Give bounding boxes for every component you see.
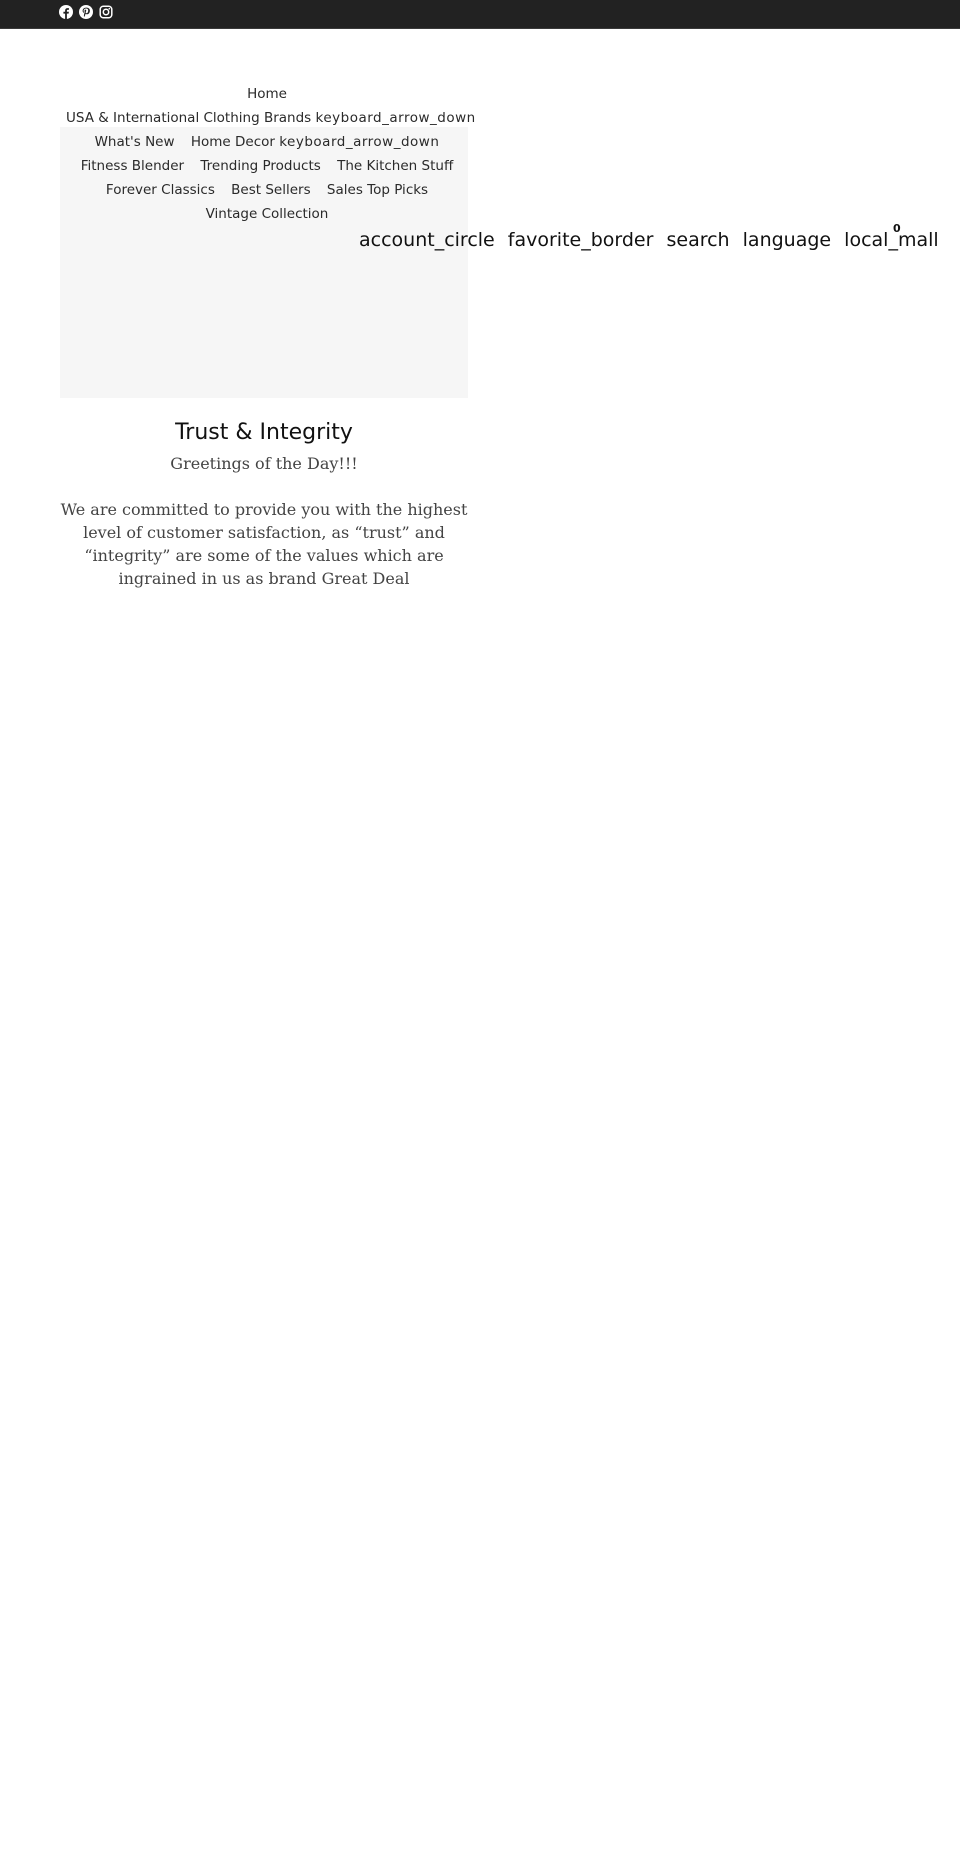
- nav-row: Forever Classics Best Sellers Sales Top …: [60, 178, 474, 202]
- main-navigation: Home USA & International Clothing Brands…: [60, 82, 476, 226]
- section-title: Trust & Integrity: [175, 420, 353, 445]
- nav-item-label: USA & International Clothing Brands: [66, 110, 312, 126]
- nav-row: What's New Home Decor keyboard_arrow_dow…: [60, 130, 474, 154]
- social-links: [59, 5, 113, 19]
- nav-row: Fitness Blender Trending Products The Ki…: [60, 154, 474, 178]
- cart-count-badge: 0: [893, 222, 901, 235]
- nav-item-usa-international[interactable]: USA & International Clothing Brands keyb…: [66, 106, 476, 130]
- nav-item-label: Home Decor: [190, 134, 275, 150]
- instagram-icon[interactable]: [99, 5, 113, 19]
- nav-row: Home: [60, 82, 474, 106]
- trust-section: Trust & Integrity Greetings of the Day!!…: [60, 418, 468, 590]
- nav-item-whats-new[interactable]: What's New: [95, 130, 175, 154]
- account-icon[interactable]: account_circle: [359, 226, 495, 254]
- nav-row: Vintage Collection: [60, 202, 474, 226]
- body-text: We are committed to provide you with the…: [60, 500, 468, 588]
- greeting-text: Greetings of the Day!!!: [170, 454, 358, 473]
- nav-item-fitness-blender[interactable]: Fitness Blender: [81, 154, 184, 178]
- pinterest-icon[interactable]: [79, 5, 93, 19]
- nav-item-sales-top-picks[interactable]: Sales Top Picks: [327, 178, 428, 202]
- nav-row: USA & International Clothing Brands keyb…: [60, 106, 476, 130]
- nav-item-vintage-collection[interactable]: Vintage Collection: [206, 202, 329, 226]
- nav-item-trending-products[interactable]: Trending Products: [200, 154, 320, 178]
- favorite-icon[interactable]: favorite_border: [508, 226, 654, 254]
- header-actions: account_circle favorite_border search la…: [359, 226, 939, 254]
- chevron-down-icon: keyboard_arrow_down: [279, 134, 440, 150]
- chevron-down-icon: keyboard_arrow_down: [315, 110, 476, 126]
- nav-item-kitchen-stuff[interactable]: The Kitchen Stuff: [337, 154, 453, 178]
- search-icon[interactable]: search: [666, 226, 729, 254]
- facebook-icon[interactable]: [59, 5, 73, 19]
- cart-icon[interactable]: local_mall: [844, 226, 938, 254]
- nav-item-best-sellers[interactable]: Best Sellers: [231, 178, 310, 202]
- nav-item-home[interactable]: Home: [247, 82, 287, 106]
- top-bar: [0, 0, 960, 29]
- nav-item-home-decor[interactable]: Home Decor keyboard_arrow_down: [191, 130, 440, 154]
- language-icon[interactable]: language: [743, 226, 831, 254]
- nav-item-forever-classics[interactable]: Forever Classics: [106, 178, 215, 202]
